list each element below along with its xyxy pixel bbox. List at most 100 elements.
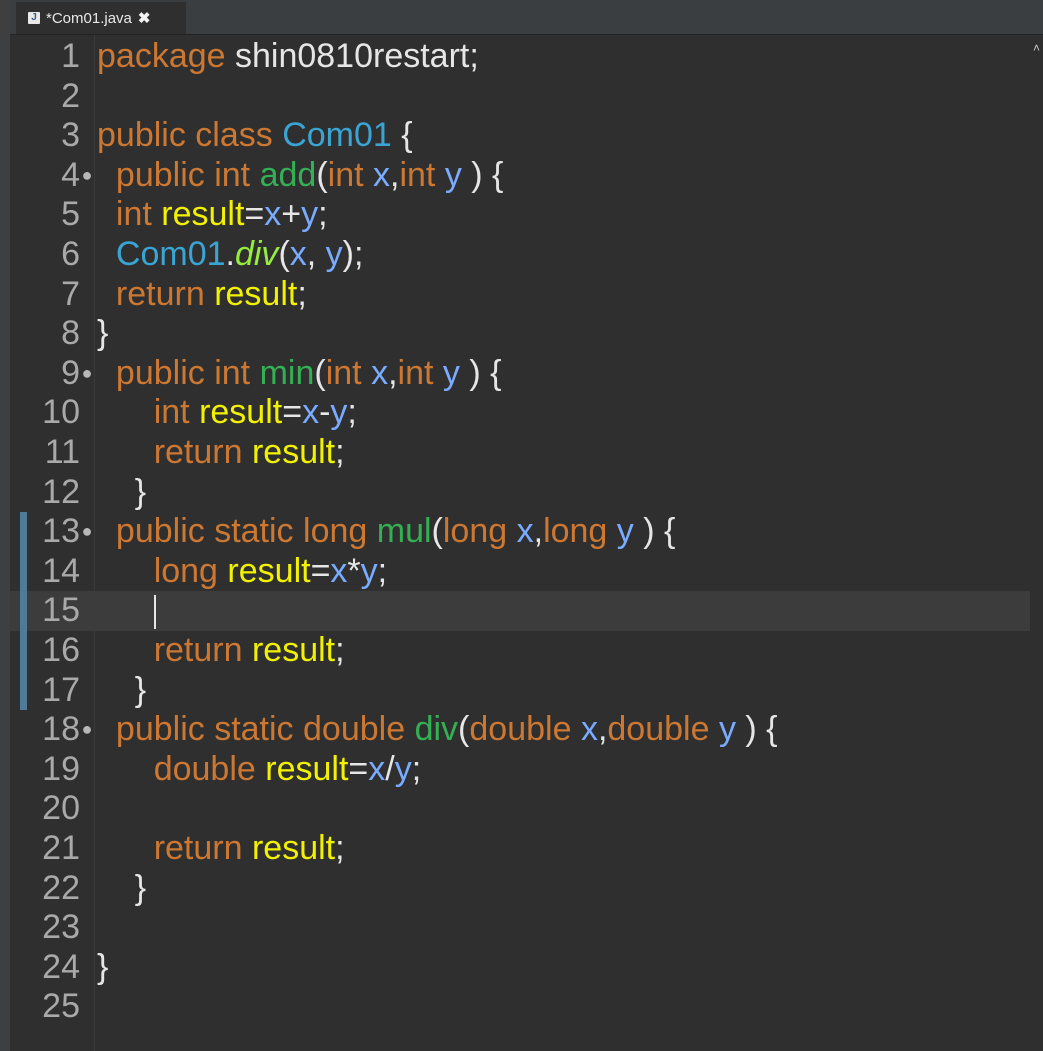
code-token: double: [303, 710, 406, 749]
code-token: static: [214, 512, 294, 551]
code-text[interactable]: }: [97, 671, 146, 711]
code-line[interactable]: 23: [10, 908, 1030, 948]
code-line[interactable]: 15: [10, 591, 1030, 631]
code-line[interactable]: 21 return result;: [10, 829, 1030, 869]
code-line[interactable]: 1 package shin0810restart;: [10, 37, 1030, 77]
code-text[interactable]: public int min(int x,int y ) {: [97, 353, 502, 394]
code-token: Com01: [115, 235, 226, 273]
code-token: y: [442, 353, 460, 392]
code-line[interactable]: 12 }: [10, 473, 1030, 513]
line-number: 6: [61, 235, 80, 273]
line-number: 18: [42, 710, 80, 749]
code-text[interactable]: Com01.div(x, y);: [97, 235, 364, 275]
code-text[interactable]: return result;: [97, 275, 307, 315]
code-token: =: [348, 749, 369, 788]
line-number: 15: [42, 591, 80, 630]
code-line[interactable]: 17 }: [10, 670, 1030, 711]
code-token: y: [616, 512, 634, 551]
code-token: (: [431, 512, 443, 551]
line-number: 8: [61, 314, 80, 353]
code-token: y: [330, 393, 348, 432]
code-token: int: [115, 195, 152, 234]
code-line[interactable]: 8}: [10, 314, 1030, 354]
window-left-edge: [0, 0, 10, 1051]
code-text[interactable]: [97, 591, 156, 631]
code-line[interactable]: 4 ● public int add(int x,int y ) {: [10, 156, 1030, 196]
tab-label: *Com01.java: [46, 9, 132, 27]
code-token: x: [368, 749, 386, 788]
code-text[interactable]: public class Com01 {: [97, 116, 413, 156]
code-token: +: [281, 195, 302, 234]
code-line[interactable]: 24}: [10, 948, 1030, 988]
code-text[interactable]: public static double div(double x,double…: [97, 710, 778, 750]
fold-icon[interactable]: ●: [80, 354, 94, 394]
code-token: return: [153, 433, 243, 471]
code-text[interactable]: }: [97, 473, 146, 513]
vertical-scrollbar[interactable]: ˄: [1030, 35, 1043, 1051]
line-number: 5: [61, 195, 80, 234]
code-line[interactable]: 6 Com01.div(x, y);: [10, 235, 1030, 275]
code-token: static: [214, 710, 294, 749]
code-text[interactable]: public int add(int x,int y ) {: [97, 156, 504, 196]
code-line[interactable]: 10 int result=x-y;: [10, 393, 1030, 433]
code-text[interactable]: package shin0810restart;: [97, 37, 479, 77]
close-icon[interactable]: ✖: [138, 9, 151, 27]
fold-icon[interactable]: ●: [80, 156, 94, 196]
code-line[interactable]: 7 return result;: [10, 275, 1030, 315]
code-token: public: [115, 353, 205, 392]
code-token: ,: [533, 512, 544, 551]
code-token: (: [278, 235, 290, 273]
code-text[interactable]: int result=x-y;: [97, 393, 357, 433]
code-text[interactable]: return result;: [97, 631, 345, 671]
scroll-up-icon[interactable]: ˄: [1030, 41, 1043, 55]
code-token: y: [718, 710, 736, 749]
code-line[interactable]: 3 public class Com01 {: [10, 116, 1030, 156]
code-token: y: [325, 235, 343, 273]
code-line[interactable]: 5 int result=x+y;: [10, 195, 1030, 235]
fold-icon[interactable]: ●: [80, 710, 94, 750]
code-token: =: [310, 551, 331, 590]
code-text[interactable]: }: [97, 869, 146, 909]
code-line[interactable]: 11 return result;: [10, 433, 1030, 473]
code-line[interactable]: 9 ● public int min(int x,int y ) {: [10, 354, 1030, 394]
code-text[interactable]: long result=x*y;: [97, 552, 387, 592]
code-token: {: [391, 116, 413, 155]
code-line[interactable]: 20: [10, 789, 1030, 829]
line-number: 7: [61, 274, 80, 313]
code-text[interactable]: }: [97, 948, 108, 988]
code-line[interactable]: 2: [10, 77, 1030, 117]
code-text[interactable]: return result;: [97, 433, 345, 473]
code-editor[interactable]: 1 package shin0810restart; 2 3 public class …: [10, 35, 1030, 1051]
tab-com01-java[interactable]: J *Com01.java ✖: [16, 2, 186, 34]
code-text[interactable]: double result=x/y;: [97, 750, 421, 790]
code-token: long: [442, 512, 508, 551]
code-text[interactable]: int result=x+y;: [97, 195, 328, 235]
code-text[interactable]: }: [97, 314, 108, 354]
code-line[interactable]: 18 ● public static double div(double x,do…: [10, 710, 1030, 750]
code-line[interactable]: 22 }: [10, 869, 1030, 909]
code-line[interactable]: 13 ● public static long mul(long x,long y…: [10, 512, 1030, 552]
code-line[interactable]: 14 long result=x*y;: [10, 551, 1030, 592]
code-line[interactable]: 19 double result=x/y;: [10, 750, 1030, 790]
code-token: long: [543, 512, 608, 551]
code-token: div: [234, 235, 279, 273]
code-token: long: [303, 512, 368, 551]
code-token: =: [282, 393, 303, 432]
code-text[interactable]: public static long mul(long x,long y ) {: [97, 512, 675, 552]
line-number: 1: [61, 37, 80, 75]
code-text[interactable]: return result;: [97, 829, 345, 869]
code-token: result: [199, 393, 283, 432]
code-line[interactable]: 16 return result;: [10, 631, 1030, 671]
code-line[interactable]: 25: [10, 987, 1030, 1027]
fold-icon[interactable]: ●: [80, 512, 94, 552]
line-number: 3: [61, 116, 80, 155]
